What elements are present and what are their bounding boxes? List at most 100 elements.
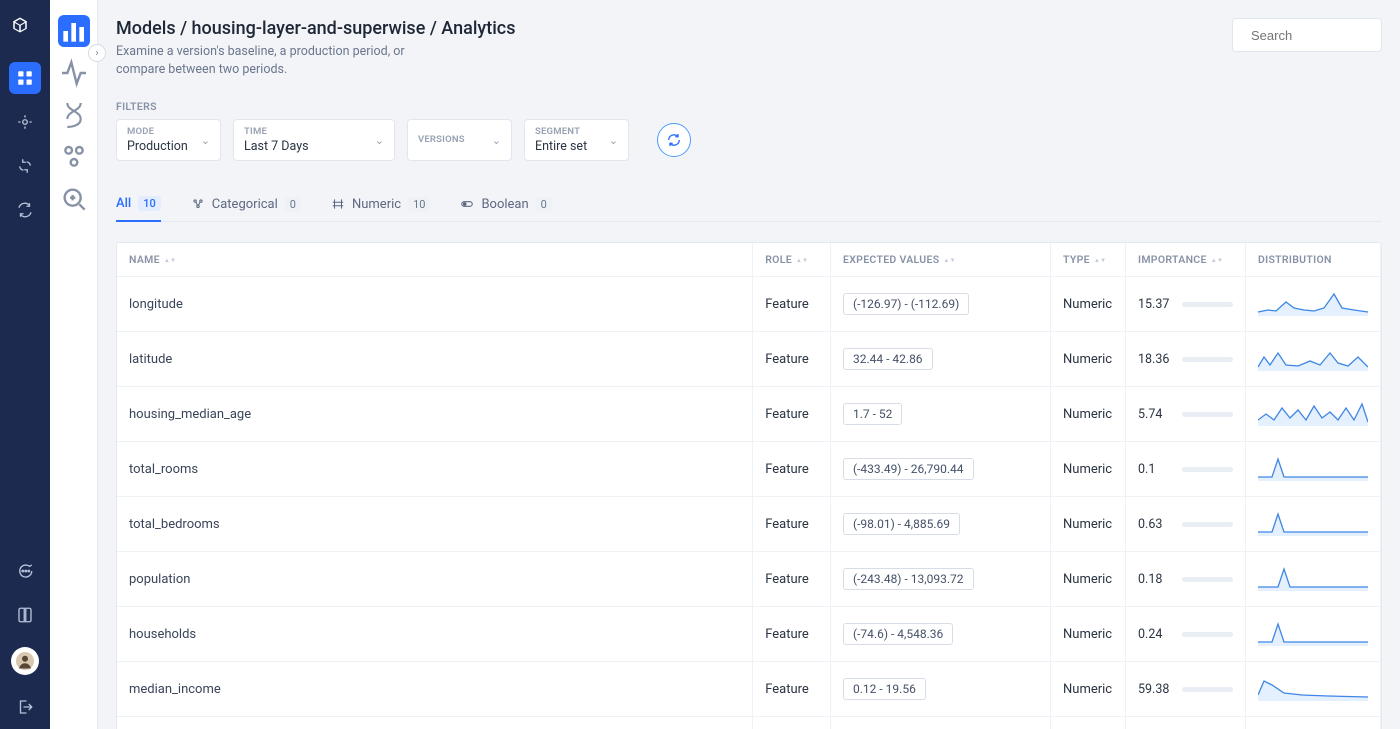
table-row[interactable]: total_roomsFeature(-433.49) - 26,790.44N… — [117, 442, 1381, 497]
sec-segments[interactable] — [58, 141, 90, 173]
table-row[interactable]: populationFeature(-243.48) - 13,093.72Nu… — [117, 552, 1381, 607]
tab-numeric[interactable]: Numeric 10 — [331, 188, 430, 221]
cell-name: total_rooms — [117, 442, 753, 497]
cell-importance: 5.74 — [1126, 387, 1246, 442]
cell-importance: 0 — [1126, 717, 1246, 729]
cell-importance: 18.36 — [1126, 332, 1246, 387]
nav-logout[interactable] — [9, 691, 41, 723]
cell-expected: 0.12 - 19.56 — [831, 662, 1051, 717]
filter-versions[interactable]: VERSIONS ⌄ — [407, 119, 512, 161]
nav-docs[interactable] — [9, 599, 41, 631]
secondary-sidebar: › — [50, 0, 98, 729]
chevron-down-icon: ⌄ — [375, 134, 384, 147]
table-row[interactable]: predictionPredicti…(-94,132.18) - 839,35… — [117, 717, 1381, 729]
filter-segment[interactable]: SEGMENT Entire set ⌄ — [524, 119, 629, 161]
cell-name: population — [117, 552, 753, 607]
cell-distribution — [1246, 552, 1381, 607]
nav-chat[interactable] — [9, 555, 41, 587]
cell-importance: 0.24 — [1126, 607, 1246, 662]
cell-importance: 0.63 — [1126, 497, 1246, 552]
col-type[interactable]: TYPE▲▼ — [1051, 243, 1126, 277]
col-distribution: DISTRIBUTION — [1246, 243, 1381, 277]
main-content: Models / housing-layer-and-superwise / A… — [98, 0, 1400, 729]
filters-label: FILTERS — [116, 100, 1382, 113]
table-row[interactable]: housing_median_ageFeature1.7 - 52Numeric… — [117, 387, 1381, 442]
breadcrumb: Models / housing-layer-and-superwise / A… — [116, 18, 515, 39]
table-row[interactable]: total_bedroomsFeature(-98.01) - 4,885.69… — [117, 497, 1381, 552]
cell-type: Numeric — [1051, 607, 1126, 662]
cell-role: Feature — [753, 497, 831, 552]
cell-type: Numeric — [1051, 497, 1126, 552]
user-avatar[interactable] — [11, 647, 39, 675]
refresh-button[interactable] — [657, 123, 691, 157]
refresh-icon — [666, 132, 682, 148]
tab-boolean[interactable]: Boolean 0 — [460, 188, 551, 221]
cell-type: Numeric — [1051, 277, 1126, 332]
type-tabs: All 10 Categorical 0 Numeric 10 Boolean … — [116, 187, 1382, 222]
cell-role: Feature — [753, 662, 831, 717]
sec-analytics[interactable] — [58, 15, 90, 47]
cell-name: prediction — [117, 717, 753, 729]
chevron-down-icon: ⌄ — [609, 134, 618, 147]
cell-expected: (-74.6) - 4,548.36 — [831, 607, 1051, 662]
cell-role: Feature — [753, 607, 831, 662]
sec-investigate[interactable] — [58, 183, 90, 215]
col-name[interactable]: NAME▲▼ — [117, 243, 753, 277]
cell-role: Feature — [753, 387, 831, 442]
search-input[interactable] — [1251, 28, 1400, 43]
cell-name: total_bedrooms — [117, 497, 753, 552]
cell-importance: 59.38 — [1126, 662, 1246, 717]
table-row[interactable]: longitudeFeature(-126.97) - (-112.69)Num… — [117, 277, 1381, 332]
chevron-down-icon: ⌄ — [201, 134, 210, 147]
sec-activity[interactable] — [58, 57, 90, 89]
cell-expected: 32.44 - 42.86 — [831, 332, 1051, 387]
cell-type: Numeric — [1051, 552, 1126, 607]
numeric-icon — [331, 197, 345, 211]
table-row[interactable]: householdsFeature(-74.6) - 4,548.36Numer… — [117, 607, 1381, 662]
cell-distribution — [1246, 332, 1381, 387]
cell-role: Feature — [753, 332, 831, 387]
cell-expected: 1.7 - 52 — [831, 387, 1051, 442]
cell-name: longitude — [117, 277, 753, 332]
nav-integrations[interactable] — [9, 150, 41, 182]
filter-mode[interactable]: MODE Production ⌄ — [116, 119, 221, 161]
cell-type: Numeric — [1051, 332, 1126, 387]
cell-distribution — [1246, 277, 1381, 332]
cell-distribution — [1246, 607, 1381, 662]
cell-distribution — [1246, 717, 1381, 729]
nav-dashboards[interactable] — [9, 62, 41, 94]
nav-target[interactable] — [9, 106, 41, 138]
collapse-sidebar-button[interactable]: › — [88, 44, 106, 62]
col-expected[interactable]: EXPECTED VALUES▲▼ — [831, 243, 1051, 277]
tab-categorical[interactable]: Categorical 0 — [191, 188, 301, 221]
cell-expected: (-94,132.18) - 839,351.87 — [831, 717, 1051, 729]
sec-dna[interactable] — [58, 99, 90, 131]
cell-expected: (-433.49) - 26,790.44 — [831, 442, 1051, 497]
cell-distribution — [1246, 662, 1381, 717]
primary-sidebar — [0, 0, 50, 729]
cell-importance: 0.1 — [1126, 442, 1246, 497]
cell-type: Numeric — [1051, 387, 1126, 442]
cell-name: housing_median_age — [117, 387, 753, 442]
app-logo — [11, 16, 39, 44]
table-row[interactable]: latitudeFeature32.44 - 42.86Numeric18.36 — [117, 332, 1381, 387]
cell-role: Feature — [753, 442, 831, 497]
cell-expected: (-98.01) - 4,885.69 — [831, 497, 1051, 552]
cell-importance: 0.18 — [1126, 552, 1246, 607]
filter-time[interactable]: TIME Last 7 Days ⌄ — [233, 119, 395, 161]
nav-sync[interactable] — [9, 194, 41, 226]
search-box[interactable] — [1232, 18, 1382, 52]
col-role[interactable]: ROLE▲▼ — [753, 243, 831, 277]
cell-distribution — [1246, 387, 1381, 442]
col-importance[interactable]: IMPORTANCE▲▼ — [1126, 243, 1246, 277]
page-subtitle: Examine a version's baseline, a producti… — [116, 43, 416, 78]
cell-distribution — [1246, 497, 1381, 552]
cell-name: median_income — [117, 662, 753, 717]
cell-role: Predicti… — [753, 717, 831, 729]
cell-type: Numeric — [1051, 442, 1126, 497]
cell-type: Numeric — [1051, 717, 1126, 729]
table-row[interactable]: median_incomeFeature0.12 - 19.56Numeric5… — [117, 662, 1381, 717]
categorical-icon — [191, 197, 205, 211]
cell-importance: 15.37 — [1126, 277, 1246, 332]
tab-all[interactable]: All 10 — [116, 187, 161, 222]
